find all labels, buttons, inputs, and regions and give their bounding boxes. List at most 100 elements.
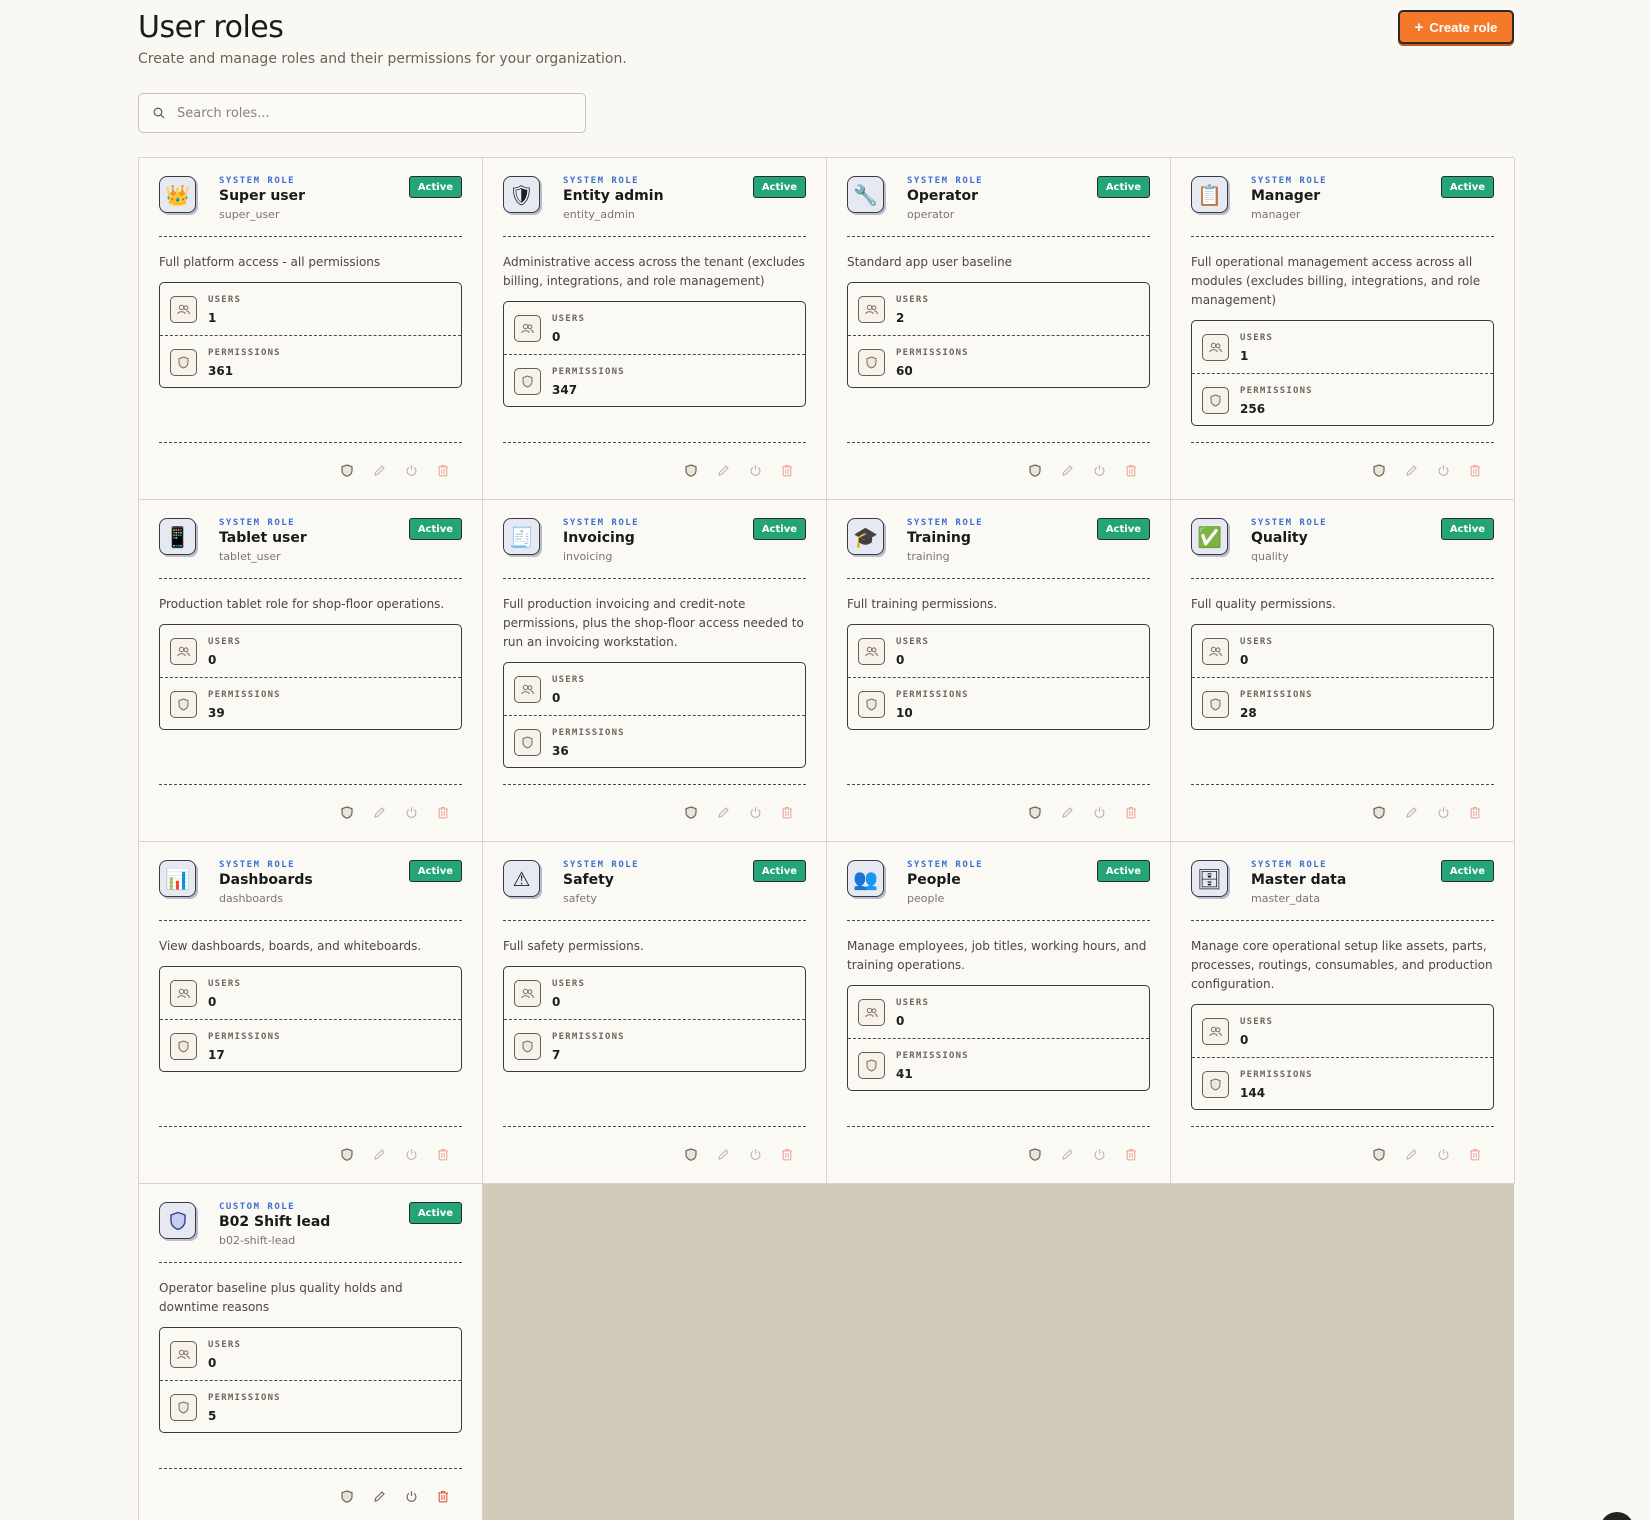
role-card-footer — [847, 1126, 1150, 1166]
edit-pencil-icon[interactable] — [714, 461, 732, 479]
edit-pencil-icon[interactable] — [1402, 461, 1420, 479]
users-label: USERS — [552, 979, 586, 989]
permissions-shield-icon[interactable] — [1026, 461, 1044, 479]
permissions-shield-icon[interactable] — [338, 1487, 356, 1505]
delete-trash-icon[interactable] — [778, 803, 796, 821]
permissions-label: PERMISSIONS — [208, 1032, 281, 1042]
permissions-shield-icon[interactable] — [338, 461, 356, 479]
permissions-shield-icon[interactable] — [1370, 461, 1388, 479]
delete-trash-icon[interactable] — [434, 1487, 452, 1505]
edit-pencil-icon[interactable] — [1402, 803, 1420, 821]
role-kind-label: SYSTEM ROLE — [907, 860, 984, 870]
power-toggle-icon[interactable] — [1090, 1145, 1108, 1163]
delete-trash-icon[interactable] — [778, 1145, 796, 1163]
role-card[interactable]: 📋 SYSTEM ROLE Manager manager Active Full ope… — [1171, 158, 1515, 500]
delete-trash-icon[interactable] — [778, 461, 796, 479]
permissions-shield-icon[interactable] — [682, 803, 700, 821]
edit-pencil-icon[interactable] — [714, 1145, 732, 1163]
users-count: 2 — [896, 311, 905, 325]
role-card[interactable]: 🗄 SYSTEM ROLE Master data master_data Active… — [1171, 842, 1515, 1184]
edit-pencil-icon[interactable] — [1402, 1145, 1420, 1163]
users-stat: USERS 0 — [504, 967, 805, 1019]
delete-trash-icon[interactable] — [1122, 803, 1140, 821]
power-toggle-icon[interactable] — [1434, 461, 1452, 479]
users-stat: USERS 0 — [160, 967, 461, 1019]
edit-pencil-icon[interactable] — [370, 1487, 388, 1505]
permissions-shield-icon[interactable] — [1026, 1145, 1044, 1163]
role-card[interactable]: 🛡 SYSTEM ROLE Entity admin entity_admin Acti… — [483, 158, 827, 500]
role-card-footer — [1191, 442, 1494, 482]
delete-trash-icon[interactable] — [434, 1145, 452, 1163]
role-card[interactable]: ⚠ SYSTEM ROLE Safety safety Active Full safet… — [483, 842, 827, 1184]
delete-trash-icon[interactable] — [1466, 803, 1484, 821]
edit-pencil-icon[interactable] — [714, 803, 732, 821]
edit-pencil-icon[interactable] — [1058, 803, 1076, 821]
role-stats: USERS 0 PERMISSIONS 347 — [503, 301, 806, 407]
role-card[interactable]: 🧾 SYSTEM ROLE Invoicing invoicing Active Full… — [483, 500, 827, 842]
shield-icon — [858, 1052, 885, 1079]
power-toggle-icon[interactable] — [402, 1145, 420, 1163]
role-card[interactable]: 👑 SYSTEM ROLE Super user super_user Active Fu… — [139, 158, 483, 500]
edit-pencil-icon[interactable] — [370, 803, 388, 821]
edit-pencil-icon[interactable] — [370, 1145, 388, 1163]
role-card[interactable]: 🔧 SYSTEM ROLE Operator operator Active Standa… — [827, 158, 1171, 500]
permissions-shield-icon[interactable] — [682, 1145, 700, 1163]
users-label: USERS — [1240, 637, 1274, 647]
users-icon — [170, 296, 197, 323]
users-icon — [1202, 638, 1229, 665]
power-toggle-icon[interactable] — [1434, 1145, 1452, 1163]
permissions-shield-icon[interactable] — [1026, 803, 1044, 821]
users-stat: USERS 0 — [1192, 1005, 1493, 1057]
search-box[interactable] — [138, 93, 586, 133]
role-card-footer — [1191, 784, 1494, 824]
status-badge: Active — [1096, 518, 1150, 540]
role-name: Tablet user — [219, 530, 307, 546]
power-toggle-icon[interactable] — [1090, 803, 1108, 821]
status-badge: Active — [1096, 176, 1150, 198]
power-toggle-icon[interactable] — [402, 803, 420, 821]
shield-icon — [858, 349, 885, 376]
edit-pencil-icon[interactable] — [370, 461, 388, 479]
role-name: Master data — [1251, 872, 1347, 888]
role-card[interactable]: 📱 SYSTEM ROLE Tablet user tablet_user Active… — [139, 500, 483, 842]
role-card[interactable]: 🎓 SYSTEM ROLE Training training Active Full t… — [827, 500, 1171, 842]
power-toggle-icon[interactable] — [1090, 461, 1108, 479]
help-bubble[interactable] — [1600, 1512, 1634, 1520]
delete-trash-icon[interactable] — [1122, 461, 1140, 479]
role-card-header: 📋 SYSTEM ROLE Manager manager Active — [1191, 158, 1494, 237]
delete-trash-icon[interactable] — [1466, 1145, 1484, 1163]
power-toggle-icon[interactable] — [402, 461, 420, 479]
permissions-stat: PERMISSIONS 347 — [504, 354, 805, 406]
create-role-button[interactable]: + Create role — [1398, 10, 1514, 44]
permissions-shield-icon[interactable] — [682, 461, 700, 479]
users-stat: USERS 2 — [848, 283, 1149, 335]
power-toggle-icon[interactable] — [746, 803, 764, 821]
role-card[interactable]: CUSTOM ROLE B02 Shift lead b02-shift-lead A… — [139, 1184, 483, 1520]
delete-trash-icon[interactable] — [1466, 461, 1484, 479]
users-label: USERS — [1240, 333, 1274, 343]
permissions-stat: PERMISSIONS 256 — [1192, 373, 1493, 425]
permissions-shield-icon[interactable] — [338, 1145, 356, 1163]
power-toggle-icon[interactable] — [746, 1145, 764, 1163]
search-input[interactable] — [177, 105, 557, 121]
role-card[interactable]: 👥 SYSTEM ROLE People people Active Manage emp… — [827, 842, 1171, 1184]
power-toggle-icon[interactable] — [1434, 803, 1452, 821]
permissions-shield-icon[interactable] — [1370, 803, 1388, 821]
role-name: Invoicing — [563, 530, 635, 546]
role-stats: USERS 2 PERMISSIONS 60 — [847, 282, 1150, 388]
delete-trash-icon[interactable] — [1122, 1145, 1140, 1163]
delete-trash-icon[interactable] — [434, 803, 452, 821]
shield-icon — [1202, 691, 1229, 718]
power-toggle-icon[interactable] — [402, 1487, 420, 1505]
edit-pencil-icon[interactable] — [1058, 461, 1076, 479]
delete-trash-icon[interactable] — [434, 461, 452, 479]
role-card[interactable]: 📊 SYSTEM ROLE Dashboards dashboards Active Vi… — [139, 842, 483, 1184]
role-card-footer — [159, 1126, 462, 1166]
permissions-shield-icon[interactable] — [338, 803, 356, 821]
permissions-shield-icon[interactable] — [1370, 1145, 1388, 1163]
edit-pencil-icon[interactable] — [1058, 1145, 1076, 1163]
power-toggle-icon[interactable] — [746, 461, 764, 479]
role-card[interactable]: ✅ SYSTEM ROLE Quality quality Active Full qua… — [1171, 500, 1515, 842]
users-icon — [514, 676, 541, 703]
permissions-count: 7 — [552, 1048, 561, 1062]
